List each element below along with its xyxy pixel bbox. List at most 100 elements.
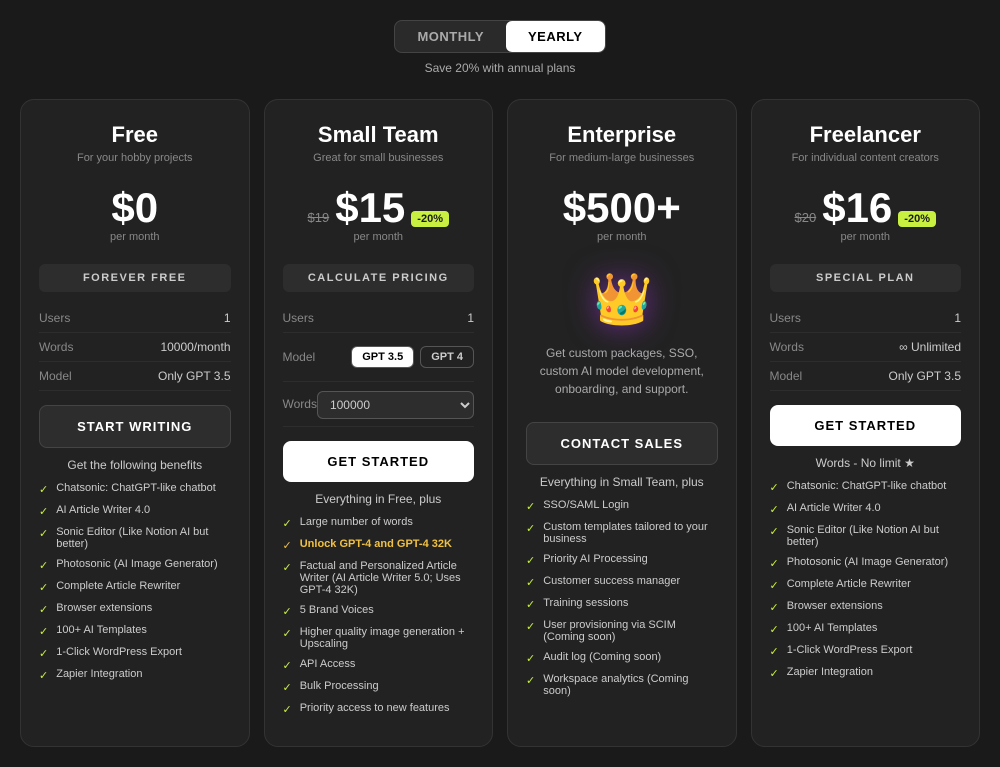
plan-free-benefits-title: Get the following benefits [39, 458, 231, 472]
benefit: Browser extensions [787, 600, 883, 612]
plan-small-team-price-period: per month [353, 231, 403, 243]
plan-small-team-name: Small Team [283, 122, 475, 148]
plan-small-team-price: $19 $15 -20% per month [283, 180, 475, 250]
crown-icon: 👑 [591, 270, 653, 329]
plan-small-team-model-row: Model GPT 3.5 GPT 4 [283, 333, 475, 382]
check-icon: ✓ [39, 625, 48, 638]
yearly-toggle[interactable]: YEARLY [506, 21, 605, 52]
benefit: Zapier Integration [787, 666, 873, 678]
plan-freelancer-price-badge: -20% [898, 211, 936, 227]
check-icon: ✓ [526, 576, 535, 589]
check-icon: ✓ [39, 505, 48, 518]
check-icon: ✓ [39, 647, 48, 660]
plan-small-team-users-row: Users 1 [283, 304, 475, 333]
plan-free-price-period: per month [110, 231, 160, 243]
benefit: User provisioning via SCIM (Coming soon) [543, 619, 717, 643]
monthly-toggle[interactable]: MONTHLY [395, 21, 506, 52]
check-icon: ✓ [39, 603, 48, 616]
benefit: Chatsonic: ChatGPT-like chatbot [56, 482, 216, 494]
check-icon: ✓ [770, 623, 779, 636]
plan-small-team-words-row: Words 100000 200000 500000 [283, 382, 475, 427]
check-icon: ✓ [526, 674, 535, 687]
benefit: Factual and Personalized Article Writer … [300, 560, 474, 596]
benefit: API Access [300, 658, 356, 670]
benefit: Priority access to new features [300, 702, 450, 714]
plan-free: Free For your hobby projects $0 per mont… [20, 99, 250, 747]
plan-freelancer-price-original: $20 [795, 210, 817, 225]
billing-toggle-bar[interactable]: MONTHLY YEARLY [394, 20, 605, 53]
plans-grid: Free For your hobby projects $0 per mont… [20, 99, 980, 747]
check-icon: ✓ [283, 659, 292, 672]
plan-free-price: $0 per month [39, 180, 231, 250]
check-icon: ✓ [526, 598, 535, 611]
plan-freelancer-price: $20 $16 -20% per month [770, 180, 962, 250]
plan-enterprise-benefits-title: Everything in Small Team, plus [526, 475, 718, 489]
plan-free-model-value: Only GPT 3.5 [158, 369, 230, 383]
gpt4-btn[interactable]: GPT 4 [420, 346, 474, 368]
plan-small-team-cta[interactable]: GET STARTED [283, 441, 475, 482]
billing-toggle-section: MONTHLY YEARLY Save 20% with annual plan… [20, 20, 980, 75]
check-icon: ✓ [283, 681, 292, 694]
check-icon: ✓ [770, 667, 779, 680]
check-icon: ✓ [770, 579, 779, 592]
plan-freelancer-model-label: Model [770, 369, 803, 383]
check-icon: ✓ [283, 561, 292, 574]
plan-small-team-model-selector[interactable]: GPT 3.5 GPT 4 [351, 340, 474, 374]
plan-free-price-main: $0 [111, 187, 158, 229]
benefit: Higher quality image generation + Upscal… [300, 626, 474, 650]
plan-free-users-label: Users [39, 311, 70, 325]
check-icon: ✓ [39, 527, 48, 540]
benefit: Unlock GPT-4 and GPT-4 32K [300, 538, 452, 550]
benefit: 100+ AI Templates [56, 624, 147, 636]
check-icon: ✓ [283, 703, 292, 716]
benefit: Bulk Processing [300, 680, 379, 692]
benefit: 1-Click WordPress Export [787, 644, 913, 656]
benefit: Complete Article Rewriter [56, 580, 180, 592]
benefit: Chatsonic: ChatGPT-like chatbot [787, 480, 947, 492]
plan-enterprise-cta[interactable]: CONTACT SALES [526, 422, 718, 465]
plan-freelancer-cta[interactable]: GET STARTED [770, 405, 962, 446]
plan-freelancer-model-row: Model Only GPT 3.5 [770, 362, 962, 391]
benefit: AI Article Writer 4.0 [56, 504, 150, 516]
plan-freelancer-price-period: per month [840, 231, 890, 243]
check-icon: ✓ [770, 481, 779, 494]
plan-small-team-words-label: Words [283, 397, 317, 411]
plan-freelancer-price-main: $16 [822, 187, 892, 229]
benefit: Browser extensions [56, 602, 152, 614]
check-icon: ✓ [526, 554, 535, 567]
check-icon-highlight: ✓ [283, 539, 292, 552]
plan-enterprise-name: Enterprise [526, 122, 718, 148]
plan-enterprise-price-main: $500+ [563, 187, 681, 229]
benefit: Audit log (Coming soon) [543, 651, 661, 663]
plan-enterprise: Enterprise For medium-large businesses $… [507, 99, 737, 747]
plan-freelancer-benefits-title: Words - No limit ★ [770, 456, 962, 470]
words-select[interactable]: 100000 200000 500000 [317, 391, 474, 419]
check-icon: ✓ [526, 522, 535, 535]
plan-free-label: FOREVER FREE [39, 264, 231, 292]
gpt35-btn[interactable]: GPT 3.5 [351, 346, 414, 368]
plan-small-team: Small Team Great for small businesses $1… [264, 99, 494, 747]
plan-small-team-users-label: Users [283, 311, 314, 325]
plan-free-words-row: Words 10000/month [39, 333, 231, 362]
check-icon: ✓ [770, 601, 779, 614]
benefit: Large number of words [300, 516, 413, 528]
plan-small-team-price-badge: -20% [411, 211, 449, 227]
plan-freelancer: Freelancer For individual content creato… [751, 99, 981, 747]
plan-small-team-desc: Great for small businesses [283, 152, 475, 164]
check-icon: ✓ [526, 500, 535, 513]
benefit: Zapier Integration [56, 668, 142, 680]
plan-enterprise-price-period: per month [597, 231, 647, 243]
check-icon: ✓ [770, 503, 779, 516]
benefit: Priority AI Processing [543, 553, 648, 565]
plan-freelancer-desc: For individual content creators [770, 152, 962, 164]
plan-free-cta[interactable]: START WRITING [39, 405, 231, 448]
check-icon: ✓ [770, 557, 779, 570]
plan-free-model-label: Model [39, 369, 72, 383]
plan-freelancer-users-label: Users [770, 311, 801, 325]
check-icon: ✓ [283, 627, 292, 640]
plan-enterprise-benefits-list: ✓SSO/SAML Login ✓Custom templates tailor… [526, 499, 718, 705]
plan-freelancer-benefits-list: ✓Chatsonic: ChatGPT-like chatbot ✓AI Art… [770, 480, 962, 688]
benefit: Sonic Editor (Like Notion AI but better) [56, 526, 230, 550]
check-icon: ✓ [526, 652, 535, 665]
plan-small-team-model-label: Model [283, 350, 316, 364]
